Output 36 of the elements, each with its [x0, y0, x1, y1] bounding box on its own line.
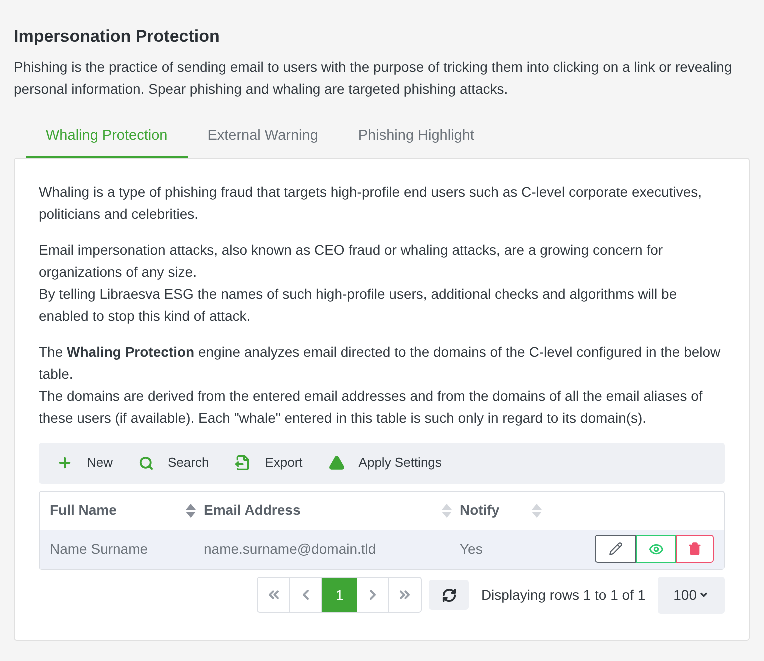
- pencil-icon: [608, 542, 622, 556]
- paragraph: The domains are derived from the entered email addresses and from the domains of all the email aliases of these users (if available). Each "whale" entered in this table is such only in regard to its domain(s).: [39, 386, 704, 428]
- edit-button[interactable]: [595, 535, 636, 563]
- toolbar-button[interactable]: New: [57, 453, 114, 473]
- table-cell-text: Name Surname: [50, 540, 150, 558]
- sort-icon[interactable]: [532, 504, 542, 518]
- toolbar-button[interactable]: Apply Settings: [328, 453, 442, 473]
- paragraph: By telling Libraesva ESG the names of such high-profile users, additional checks and algorithms will be enabled to stop this kind of attack.: [39, 284, 678, 326]
- trash-icon: [688, 542, 702, 556]
- toolbar-button[interactable]: Export: [235, 453, 303, 473]
- toolbar-button[interactable]: Search: [139, 453, 210, 473]
- warning-icon: [328, 455, 345, 471]
- page-title: Impersonation Protection: [14, 26, 221, 48]
- table-cell-text: name.surname@domain.tld: [204, 540, 378, 558]
- export-icon: [235, 455, 252, 471]
- caret-icon: [699, 590, 709, 600]
- refresh-icon: [442, 588, 457, 602]
- paragraph: The Whaling Protection engine analyzes email directed to the domains of the C-level configured in the below table.: [39, 342, 722, 384]
- sort-icon[interactable]: [186, 504, 196, 518]
- column-header: Notify: [460, 501, 500, 520]
- paragraph: Whaling is a type of phishing fraud that targets high-profile end users such as C-level corporate executives, politicians and celebrities.: [39, 182, 704, 224]
- sort-icon[interactable]: [442, 504, 452, 518]
- column-header: Email Address: [204, 501, 301, 520]
- column-header: Full Name: [50, 501, 117, 520]
- page-size-dropdown[interactable]: 100: [658, 576, 725, 614]
- search-icon: [139, 456, 154, 470]
- eye-icon: [648, 542, 664, 556]
- page-description: Phishing is the practice of sending email to users with the purpose of tricking them into clicking on a link or revealing personal information. Spear phishing and whaling are targeted phishing attacks.: [14, 58, 734, 99]
- row-count-text: Displaying rows 1 to 1 of 1: [481, 586, 646, 605]
- delete-button[interactable]: [676, 535, 714, 563]
- tab[interactable]: External Warning: [188, 118, 338, 158]
- table-cell-text: Yes: [460, 540, 484, 558]
- refresh-button[interactable]: [429, 580, 470, 610]
- tab[interactable]: Phishing Highlight: [338, 118, 494, 158]
- paragraph: Email impersonation attacks, also known as CEO fraud or whaling attacks, are a growing concern for organizations of any size.: [39, 240, 664, 282]
- plus-icon: [57, 455, 73, 471]
